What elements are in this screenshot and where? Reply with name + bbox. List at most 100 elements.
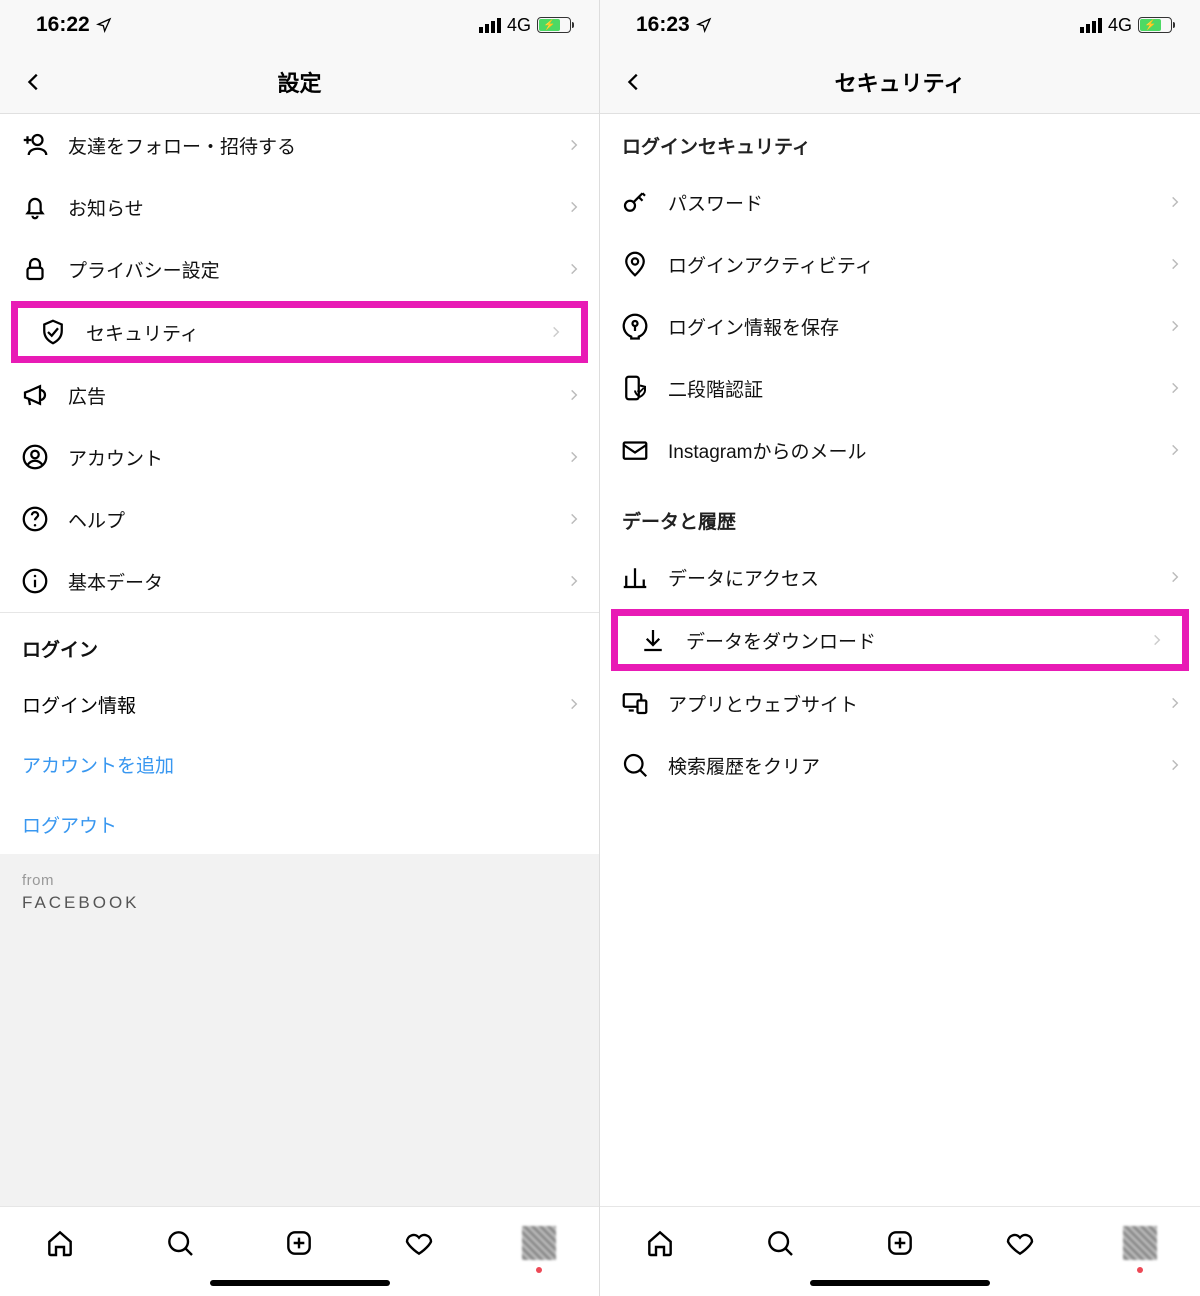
row-follow-invite[interactable]: 友達をフォロー・招待する (0, 114, 599, 176)
network-label: 4G (507, 15, 531, 36)
row-help[interactable]: ヘルプ (0, 488, 599, 550)
row-label: ログアウト (22, 811, 581, 838)
row-logout[interactable]: ログアウト (0, 794, 599, 854)
row-password[interactable]: パスワード (600, 171, 1200, 233)
row-access-data[interactable]: データにアクセス (600, 546, 1200, 608)
row-apps-websites[interactable]: アプリとウェブサイト (600, 672, 1200, 734)
row-notifications[interactable]: お知らせ (0, 176, 599, 238)
search-icon (764, 1227, 796, 1259)
row-label: セキュリティ (86, 319, 549, 346)
row-label: ログインアクティビティ (668, 251, 1168, 278)
page-title: セキュリティ (835, 66, 966, 98)
row-add-account[interactable]: アカウントを追加 (0, 734, 599, 794)
row-security[interactable]: セキュリティ (11, 301, 588, 363)
pin-icon (620, 249, 650, 279)
chevron-right-icon (1168, 570, 1182, 584)
from-facebook: from FACEBOOK (0, 854, 599, 931)
chevron-right-icon (567, 138, 581, 152)
notification-dot (1137, 1267, 1143, 1273)
home-indicator (210, 1280, 390, 1286)
row-label: データにアクセス (668, 564, 1168, 591)
tab-home[interactable] (638, 1221, 682, 1265)
chevron-right-icon (1168, 381, 1182, 395)
home-indicator (810, 1280, 990, 1286)
tab-create[interactable] (878, 1221, 922, 1265)
signal-icon (1080, 18, 1102, 33)
key-icon (620, 187, 650, 217)
avatar (1123, 1226, 1157, 1260)
search-icon (620, 750, 650, 780)
chevron-right-icon (567, 512, 581, 526)
chevron-right-icon (567, 262, 581, 276)
tab-activity[interactable] (397, 1221, 441, 1265)
row-about[interactable]: 基本データ (0, 550, 599, 612)
shield-icon (38, 317, 68, 347)
notification-dot (536, 1267, 542, 1273)
row-label: お知らせ (68, 194, 567, 221)
tab-bar (600, 1206, 1200, 1296)
from-label: from (22, 872, 577, 889)
add-user-icon (20, 130, 50, 160)
plus-square-icon (283, 1227, 315, 1259)
back-button[interactable] (614, 62, 654, 102)
help-icon (20, 504, 50, 534)
section-header-data-history: データと履歴 (600, 481, 1200, 546)
row-clear-search[interactable]: 検索履歴をクリア (600, 734, 1200, 796)
row-label: 二段階認証 (668, 375, 1168, 402)
bar-chart-icon (620, 562, 650, 592)
status-bar: 16:23 4G ⚡ (600, 0, 1200, 50)
row-privacy[interactable]: プライバシー設定 (0, 238, 599, 300)
location-arrow-icon (96, 17, 112, 33)
row-label: アプリとウェブサイト (668, 690, 1168, 717)
tab-profile[interactable] (517, 1221, 561, 1265)
chevron-right-icon (1168, 758, 1182, 772)
row-label: 検索履歴をクリア (668, 752, 1168, 779)
tab-profile[interactable] (1118, 1221, 1162, 1265)
chevron-right-icon (567, 697, 581, 711)
row-label: ヘルプ (68, 506, 567, 533)
chevron-right-icon (1150, 633, 1164, 647)
tab-create[interactable] (277, 1221, 321, 1265)
row-ads[interactable]: 広告 (0, 364, 599, 426)
settings-list: 友達をフォロー・招待する お知らせ プライバシー設定 セキュリティ 広告 (0, 114, 599, 1206)
tab-home[interactable] (38, 1221, 82, 1265)
devices-icon (620, 688, 650, 718)
row-account[interactable]: アカウント (0, 426, 599, 488)
heart-icon (1004, 1227, 1036, 1259)
back-button[interactable] (14, 62, 54, 102)
signal-icon (479, 18, 501, 33)
chevron-right-icon (1168, 195, 1182, 209)
row-saved-login[interactable]: ログイン情報を保存 (600, 295, 1200, 357)
chevron-left-icon (623, 71, 645, 93)
row-emails[interactable]: Instagramからのメール (600, 419, 1200, 481)
chevron-right-icon (549, 325, 563, 339)
chevron-left-icon (23, 71, 45, 93)
tab-activity[interactable] (998, 1221, 1042, 1265)
status-bar: 16:22 4G ⚡ (0, 0, 599, 50)
row-label: アカウント (68, 444, 567, 471)
row-login-info[interactable]: ログイン情報 (0, 674, 599, 734)
phone-security: 16:23 4G ⚡ セキュリティ ログインセキュリティ パスワード ログインア… (600, 0, 1200, 1296)
row-download-data[interactable]: データをダウンロード (611, 609, 1189, 671)
battery-icon: ⚡ (537, 17, 571, 33)
search-icon (164, 1227, 196, 1259)
row-label: Instagramからのメール (668, 437, 1168, 464)
status-time: 16:22 (36, 13, 90, 37)
megaphone-icon (20, 380, 50, 410)
tab-search[interactable] (758, 1221, 802, 1265)
tab-bar (0, 1206, 599, 1296)
row-label: パスワード (668, 189, 1168, 216)
chevron-right-icon (567, 388, 581, 402)
row-two-factor[interactable]: 二段階認証 (600, 357, 1200, 419)
plus-square-icon (884, 1227, 916, 1259)
row-label: 友達をフォロー・招待する (68, 132, 567, 159)
row-login-activity[interactable]: ログインアクティビティ (600, 233, 1200, 295)
row-label: 広告 (68, 382, 567, 409)
tab-search[interactable] (158, 1221, 202, 1265)
row-label: 基本データ (68, 568, 567, 595)
row-label: ログイン情報 (22, 691, 567, 718)
chevron-right-icon (1168, 257, 1182, 271)
chevron-right-icon (1168, 443, 1182, 457)
row-label: プライバシー設定 (68, 256, 567, 283)
location-arrow-icon (696, 17, 712, 33)
